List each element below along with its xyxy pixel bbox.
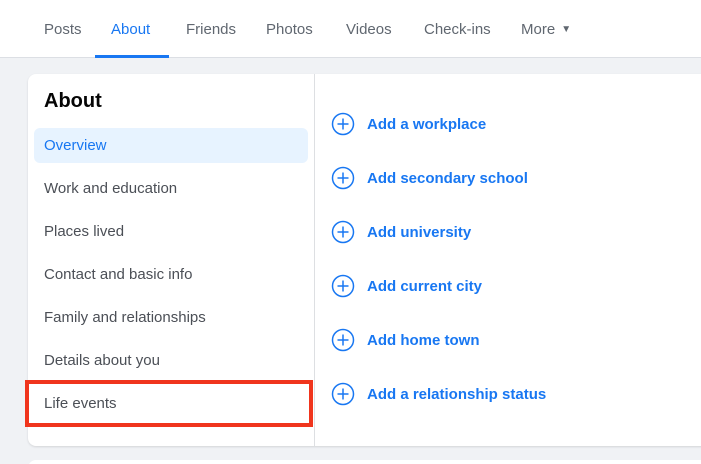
action-label: Add university <box>367 223 472 241</box>
sidebar-item-label: Work and education <box>44 180 178 197</box>
tab-check-ins[interactable]: Check-ins <box>424 0 491 58</box>
action-label: Add a relationship status <box>367 385 547 403</box>
sidebar-item-label: Places lived <box>44 223 125 240</box>
sidebar-item-work-and-education[interactable]: Work and education <box>34 171 308 206</box>
tab-label: Photos <box>266 20 313 38</box>
tab-label: Videos <box>346 20 392 38</box>
add-current-city-button[interactable]: Add current city <box>331 272 482 300</box>
add-secondary-school-button[interactable]: Add secondary school <box>331 164 528 192</box>
plus-circle-icon <box>331 220 355 244</box>
sidebar-item-contact-and-basic-info[interactable]: Contact and basic info <box>34 257 308 292</box>
active-tab-indicator <box>95 55 169 58</box>
sidebar-item-family-and-relationships[interactable]: Family and relationships <box>34 300 308 335</box>
sidebar-item-label: Overview <box>44 137 107 154</box>
plus-circle-icon <box>331 112 355 136</box>
tab-label: Posts <box>44 20 82 38</box>
profile-tab-bar: Posts About Friends Photos Videos Check-… <box>0 0 701 58</box>
tab-posts[interactable]: Posts <box>44 0 82 58</box>
plus-circle-icon <box>331 166 355 190</box>
sidebar-item-label: Details about you <box>44 352 160 369</box>
add-workplace-button[interactable]: Add a workplace <box>331 110 486 138</box>
sidebar-item-details-about-you[interactable]: Details about you <box>34 343 308 378</box>
add-home-town-button[interactable]: Add home town <box>331 326 480 354</box>
sidebar-item-places-lived[interactable]: Places lived <box>34 214 308 249</box>
card-divider <box>314 74 315 446</box>
highlight-annotation-box <box>25 380 313 427</box>
plus-circle-icon <box>331 382 355 406</box>
next-card-edge <box>28 460 701 464</box>
action-label: Add home town <box>367 331 480 349</box>
sidebar-item-overview[interactable]: Overview <box>34 128 308 163</box>
about-heading: About <box>44 90 102 112</box>
action-label: Add secondary school <box>367 169 528 187</box>
tab-label: Check-ins <box>424 20 491 38</box>
tab-label: About <box>111 20 151 38</box>
add-relationship-status-button[interactable]: Add a relationship status <box>331 380 546 408</box>
caret-down-icon: ▼ <box>561 23 572 35</box>
action-label: Add a workplace <box>367 115 487 133</box>
tab-photos[interactable]: Photos <box>266 0 313 58</box>
tab-about[interactable]: About <box>111 0 150 58</box>
plus-circle-icon <box>331 328 355 352</box>
tab-label: More <box>521 20 556 38</box>
tab-label: Friends <box>186 20 237 38</box>
tab-videos[interactable]: Videos <box>346 0 392 58</box>
add-university-button[interactable]: Add university <box>331 218 471 246</box>
sidebar-item-label: Contact and basic info <box>44 266 193 283</box>
sidebar-item-label: Family and relationships <box>44 309 206 326</box>
plus-circle-icon <box>331 274 355 298</box>
tab-more[interactable]: More ▼ <box>521 0 571 58</box>
tab-friends[interactable]: Friends <box>186 0 236 58</box>
action-label: Add current city <box>367 277 483 295</box>
